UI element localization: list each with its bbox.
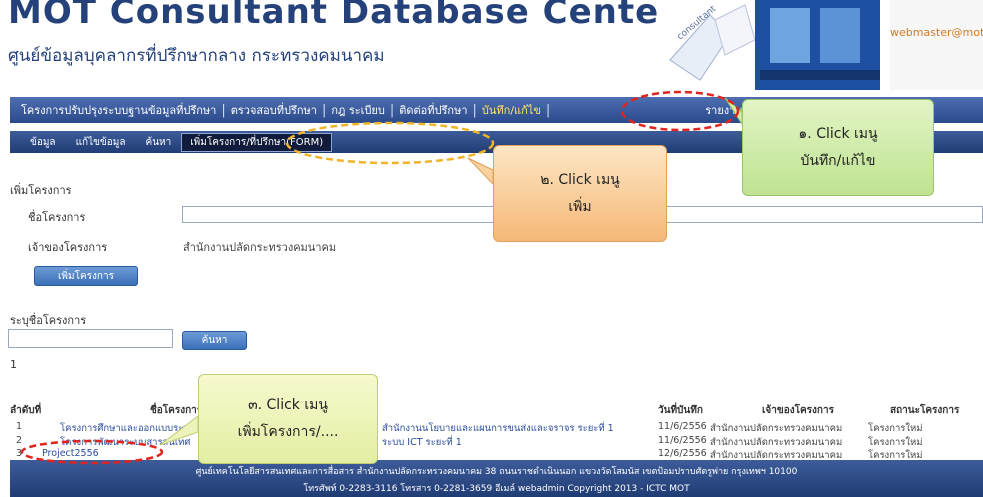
- add-project-button[interactable]: เพิ่มโครงการ: [34, 266, 138, 286]
- footer-address: ศูนย์เทคโนโลยีสารสนเทศและการสื่อสาร สำนั…: [195, 467, 798, 477]
- site-footer: ศูนย์เทคโนโลยีสารสนเทศและการสื่อสาร สำนั…: [10, 460, 983, 497]
- col-header-name: ชื่อโครงการ: [150, 405, 203, 416]
- row-date: 12/6/2556: [658, 448, 707, 459]
- row-project-name[interactable]: Project2556: [42, 448, 99, 459]
- callout-step-1: ๑. Click เมนู บันทึก/แก้ไข: [742, 99, 934, 196]
- row-project-name[interactable]: โครงการศึกษาและออกแบบระบบข้อมูล: [60, 421, 220, 436]
- site-title: MOT Consultant Database Center: [8, 0, 677, 32]
- subnav-item-info[interactable]: ข้อมูล: [20, 135, 66, 150]
- banner-image: consultant: [660, 0, 880, 90]
- callout-step-3: ๓. Click เมนู เพิ่มโครงการ/....: [198, 374, 378, 464]
- callout-2-pointer: [467, 157, 494, 186]
- col-header-owner: เจ้าของโครงการ: [762, 405, 834, 416]
- row-no: 1: [16, 421, 23, 432]
- table-row: 1 โครงการศึกษาและออกแบบระบบข้อมูล สำนักง…: [10, 421, 983, 435]
- project-name-label: ชื่อโครงการ: [28, 211, 86, 224]
- nav-item-regulations[interactable]: กฎ ระเบียบ: [326, 101, 390, 119]
- callout-step-3-line1: ๓. Click เมนู: [248, 397, 328, 414]
- table-header: ลำดับที่ ชื่อโครงการ วันที่บันทึก เจ้าขอ…: [10, 403, 983, 417]
- search-label: ระบุชื่อโครงการ: [10, 314, 87, 327]
- table-row: 2 โครงการพัฒนาระบบสารสนเทศ ระบบ ICT ระยะ…: [10, 435, 983, 449]
- row-date: 11/6/2556: [658, 435, 707, 446]
- callout-step-1-line1: ๑. Click เมนู: [798, 125, 878, 142]
- footer-contact: โทรศัพท์ 0-2283-3116 โทรสาร 0-2281-3659 …: [303, 484, 690, 494]
- nav-item-contact-consultant[interactable]: ติดต่อที่ปรึกษา: [394, 101, 472, 119]
- search-button[interactable]: ค้นหา: [182, 331, 247, 350]
- col-header-date: วันที่บันทึก: [658, 405, 703, 416]
- nav-item-save-edit[interactable]: บันทึก/แก้ไข: [477, 101, 546, 119]
- nav-item-report[interactable]: รายงาน: [700, 101, 748, 119]
- section-title: เพิ่มโครงการ: [10, 184, 72, 197]
- header-contact-panel: webmaster@mot: [890, 0, 983, 90]
- row-no: 3: [16, 448, 23, 459]
- subnav-item-search[interactable]: ค้นหา: [136, 135, 182, 150]
- owner-value: สำนักงานปลัดกระทรวงคมนาคม: [183, 241, 337, 254]
- row-status: โครงการใหม่: [868, 423, 923, 434]
- row-date: 11/6/2556: [658, 421, 707, 432]
- nav-item-check-consultant[interactable]: ตรวจสอบที่ปรึกษา: [226, 101, 322, 119]
- callout-step-3-line2: เพิ่มโครงการ/....: [237, 424, 339, 440]
- subnav-item-add-project[interactable]: เพิ่มโครงการ/ที่ปรึกษา(FORM): [181, 132, 333, 152]
- subnav-item-edit-info[interactable]: แก้ไขข้อมูล: [66, 135, 136, 150]
- row-no: 2: [16, 435, 23, 446]
- callout-step-2-line1: ๒. Click เมนู: [540, 171, 620, 188]
- owner-label: เจ้าของโครงการ: [28, 241, 108, 254]
- result-count: 1: [10, 358, 17, 371]
- col-header-no: ลำดับที่: [10, 405, 42, 416]
- nav-item-project-improvement[interactable]: โครงการปรับปรุงระบบฐานข้อมูลที่ปรึกษา: [16, 101, 221, 119]
- nav-separator: |: [545, 102, 551, 118]
- header-contact-email[interactable]: webmaster@mot: [890, 26, 983, 39]
- row-project-extra[interactable]: สำนักงานนโยบายและแผนการขนส่งและจราจร ระย…: [382, 421, 614, 436]
- callout-step-2-line2: เพิ่ม: [568, 198, 592, 215]
- col-header-status: สถานะโครงการ: [890, 405, 960, 416]
- callout-step-1-line2: บันทึก/แก้ไข: [800, 152, 876, 169]
- site-header: MOT Consultant Database Center ศูนย์ข้อม…: [0, 0, 983, 90]
- callout-step-2: ๒. Click เมนู เพิ่ม: [493, 145, 667, 242]
- search-input[interactable]: [8, 329, 173, 348]
- site-subtitle: ศูนย์ข้อมูลบุคลากรที่ปรึกษากลาง กระทรวงค…: [8, 46, 385, 66]
- row-owner: สำนักงานปลัดกระทรวงคมนาคม: [710, 423, 843, 434]
